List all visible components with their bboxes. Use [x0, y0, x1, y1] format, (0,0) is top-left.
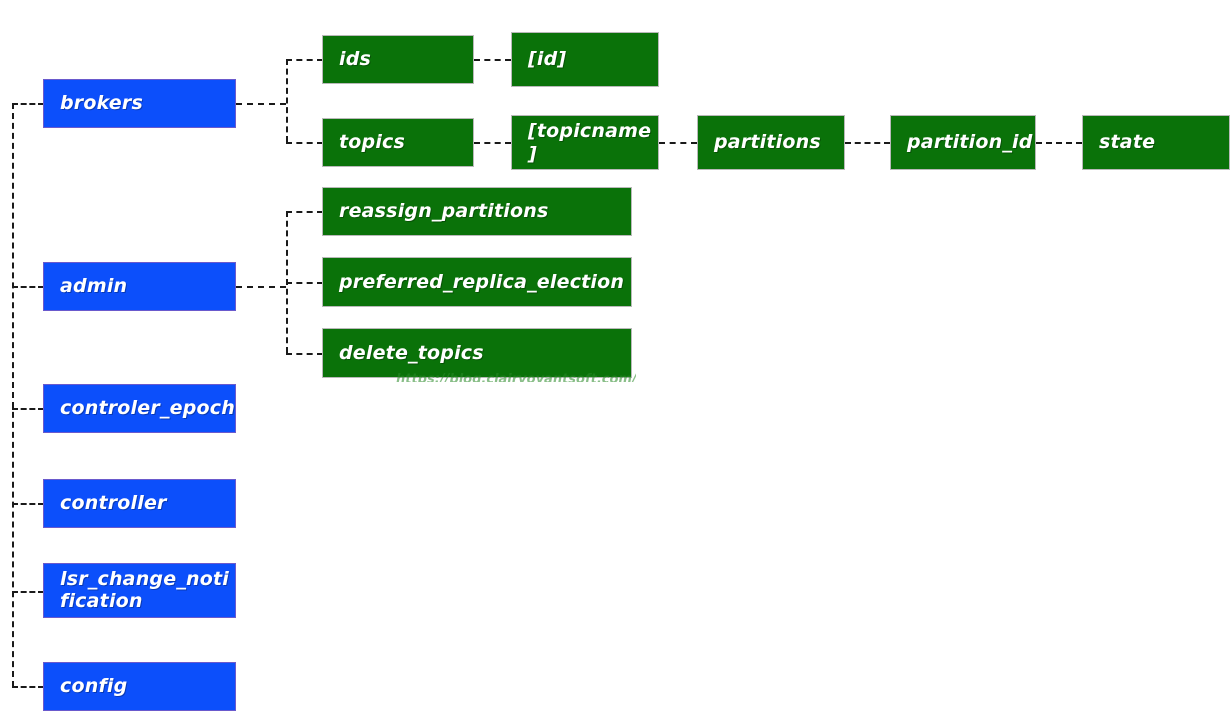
edge-root-to-controler-epoch [12, 408, 44, 410]
edge-topics-to-topicname [474, 142, 511, 144]
node-controller[interactable]: controller [43, 479, 236, 528]
node-partition-id[interactable]: partition_id [890, 115, 1036, 170]
node-state[interactable]: state [1082, 115, 1230, 170]
node-partitions-label: partitions [714, 131, 821, 154]
node-lsr-change-notification-label: lsr_change_notification [60, 568, 229, 612]
node-brokers[interactable]: brokers [43, 79, 236, 128]
node-admin-label: admin [60, 275, 128, 298]
node-admin[interactable]: admin [43, 262, 236, 311]
node-config[interactable]: config [43, 662, 236, 711]
edge-admin-to-reassign-partitions [286, 211, 323, 213]
node-controler-epoch[interactable]: controler_epoch [43, 384, 236, 433]
node-preferred-replica-election[interactable]: preferred_replica_election [322, 257, 632, 307]
edge-topicname-to-partitions [659, 142, 697, 144]
clipped-caption: https://blog.clairvoyantsoft.com/ [396, 372, 636, 382]
node-topicname-label: [topicname] [528, 120, 652, 165]
edge-brokers-out [236, 103, 286, 105]
node-partitions[interactable]: partitions [697, 115, 845, 170]
edge-root-to-brokers [12, 103, 44, 105]
edge-partition-id-to-state [1036, 142, 1082, 144]
edge-admin-to-preferred-replica-election [286, 282, 323, 284]
node-ids[interactable]: ids [322, 35, 474, 84]
edge-root-to-admin [12, 286, 44, 288]
edge-brokers-branch-spine [286, 59, 288, 142]
node-brokers-label: brokers [60, 92, 143, 115]
node-topics[interactable]: topics [322, 118, 474, 167]
edge-brokers-to-topics [286, 142, 323, 144]
node-id[interactable]: [id] [511, 32, 659, 87]
node-topics-label: topics [339, 131, 406, 154]
node-delete-topics[interactable]: delete_topics [322, 328, 632, 378]
edge-root-to-lsr-change-notification [12, 591, 44, 593]
node-reassign-partitions-label: reassign_partitions [339, 200, 549, 223]
node-controller-label: controller [60, 492, 167, 515]
node-ids-label: ids [339, 48, 372, 71]
node-preferred-replica-election-label: preferred_replica_election [339, 270, 625, 293]
edge-root-to-controller [12, 503, 44, 505]
edge-root-to-config [12, 686, 44, 688]
node-config-label: config [60, 675, 128, 698]
node-delete-topics-label: delete_topics [339, 341, 484, 364]
node-id-label: [id] [528, 48, 567, 71]
edge-brokers-to-ids [286, 59, 323, 61]
node-state-label: state [1099, 131, 1156, 154]
node-reassign-partitions[interactable]: reassign_partitions [322, 187, 632, 236]
edge-partitions-to-partition-id [845, 142, 890, 144]
edge-root-spine [12, 103, 14, 687]
edge-admin-to-delete-topics [286, 353, 323, 355]
node-partition-id-label: partition_id [907, 131, 1033, 154]
edge-ids-to-id [474, 59, 511, 61]
edge-admin-out [236, 286, 286, 288]
node-lsr-change-notification[interactable]: lsr_change_notification [43, 563, 236, 618]
node-topicname[interactable]: [topicname] [511, 115, 659, 170]
diagram-canvas: brokers admin controler_epoch controller… [0, 0, 1230, 726]
node-controler-epoch-label: controler_epoch [60, 397, 235, 420]
